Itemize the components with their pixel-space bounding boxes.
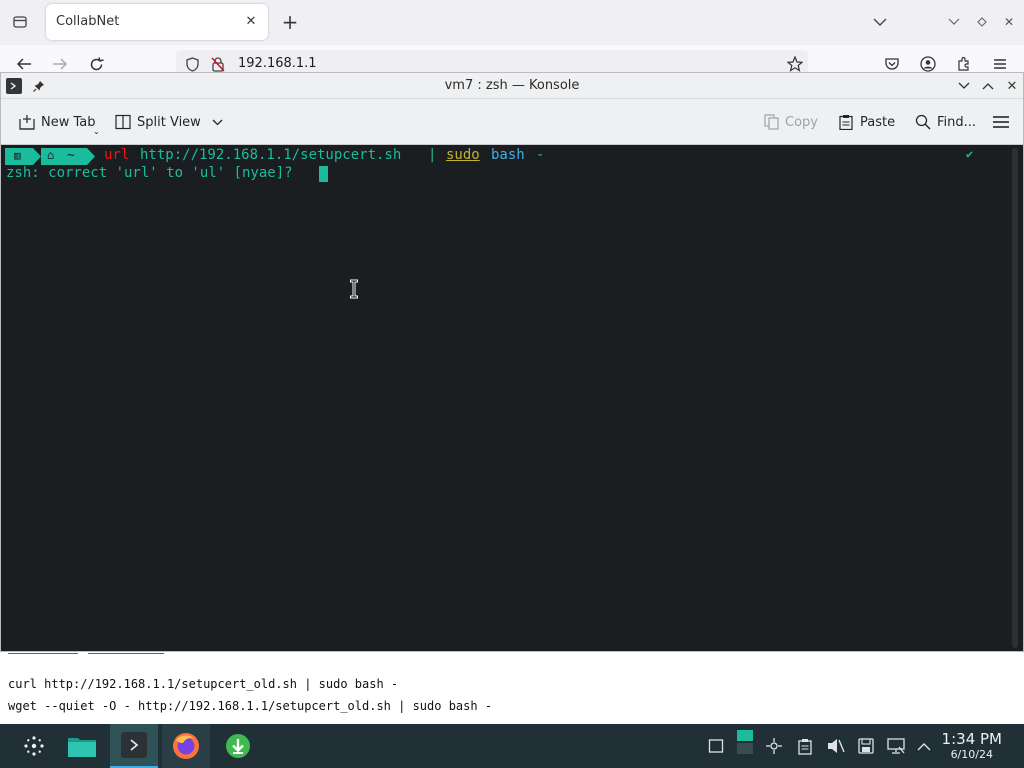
minimize-window-icon[interactable] bbox=[956, 78, 972, 94]
app-launcher-button[interactable] bbox=[10, 724, 58, 768]
ibeam-cursor-icon bbox=[350, 279, 358, 299]
copy-button[interactable]: Copy bbox=[763, 99, 818, 145]
terminal-area[interactable]: ▥ ⌂ ~ url http://192.168.1.1/setupcert.s… bbox=[1, 146, 1009, 651]
command-pipe: | bbox=[428, 147, 437, 163]
find-label: Find... bbox=[937, 114, 977, 130]
konsole-title-bar[interactable]: vm7 : zsh — Konsole ✕ bbox=[1, 73, 1023, 99]
scrollbar-track[interactable] bbox=[1012, 148, 1018, 648]
command-sudo: sudo bbox=[446, 147, 480, 163]
clipboard-icon[interactable] bbox=[795, 736, 815, 756]
extensions-icon[interactable] bbox=[954, 54, 974, 74]
prompt-dir-text: ~ bbox=[67, 148, 75, 163]
konsole-window: vm7 : zsh — Konsole ✕ New Tab ⌄ Split Vi… bbox=[0, 72, 1024, 652]
paste-label: Paste bbox=[860, 114, 896, 130]
konsole-taskbar-icon bbox=[121, 732, 147, 758]
status-check-icon: ✔ bbox=[966, 147, 974, 161]
volume-muted-icon[interactable] bbox=[826, 736, 846, 756]
prompt-separator-icon bbox=[87, 148, 95, 165]
tray-expand-icon[interactable] bbox=[914, 736, 934, 756]
terminal-scrollbar[interactable] bbox=[1010, 148, 1020, 648]
browser-tab-title: CollabNet bbox=[56, 14, 120, 29]
command-dash: - bbox=[536, 147, 545, 163]
distro-icon: ▥ bbox=[14, 149, 21, 162]
link-underline-fragment bbox=[88, 653, 164, 654]
prompt-dir-segment: ⌂ ~ bbox=[41, 148, 87, 165]
virtual-desktop-pager-icon[interactable] bbox=[735, 730, 755, 754]
new-tab-button[interactable]: New Tab ⌄ bbox=[19, 99, 100, 145]
split-view-label: Split View bbox=[137, 114, 201, 130]
browser-tab[interactable]: CollabNet ✕ bbox=[46, 4, 268, 40]
back-icon[interactable] bbox=[14, 54, 34, 74]
network-icon[interactable] bbox=[886, 736, 906, 756]
prompt-separator-icon bbox=[33, 148, 41, 165]
link-underline-fragment bbox=[8, 653, 78, 654]
app-launcher-icon bbox=[24, 736, 44, 756]
terminal-cursor bbox=[319, 166, 328, 182]
firefox-icon bbox=[173, 733, 199, 759]
browser-tab-bar: CollabNet ✕ + ✕ bbox=[0, 0, 1024, 45]
maximize-window-icon[interactable] bbox=[980, 78, 996, 94]
firefox-task-button[interactable] bbox=[162, 724, 210, 768]
paste-button[interactable]: Paste bbox=[838, 99, 895, 145]
close-window-icon[interactable]: ✕ bbox=[1004, 78, 1020, 94]
clock-date: 6/10/24 bbox=[950, 748, 993, 761]
konsole-toolbar: New Tab ⌄ Split View Copy Paste Find... bbox=[1, 99, 1023, 145]
bookmark-star-icon[interactable] bbox=[786, 55, 804, 73]
digital-clock[interactable]: 1:34 PM 6/10/24 bbox=[942, 730, 1002, 762]
copy-icon bbox=[763, 114, 779, 130]
tab-list-icon[interactable] bbox=[10, 12, 30, 32]
prompt-os-segment: ▥ bbox=[5, 148, 33, 165]
command-word: url bbox=[104, 147, 130, 163]
show-desktop-icon[interactable] bbox=[706, 736, 726, 756]
clock-time: 1:34 PM bbox=[941, 730, 1002, 748]
update-manager-button[interactable] bbox=[214, 724, 262, 768]
new-tab-dropdown-icon: ⌄ bbox=[93, 127, 100, 136]
split-view-icon bbox=[115, 114, 131, 130]
kde-connect-icon[interactable] bbox=[764, 736, 784, 756]
split-view-chevron-down-icon bbox=[211, 114, 225, 130]
file-manager-button[interactable] bbox=[58, 724, 106, 768]
close-browser-icon[interactable]: ✕ bbox=[1001, 12, 1017, 32]
home-icon: ⌂ bbox=[47, 148, 55, 162]
new-tab-icon bbox=[19, 114, 35, 130]
konsole-task-button[interactable] bbox=[110, 724, 158, 768]
tracking-protection-icon[interactable] bbox=[184, 56, 200, 72]
web-page-content: curl http://192.168.1.1/setupcert_old.sh… bbox=[0, 653, 1024, 725]
disk-storage-icon[interactable] bbox=[856, 736, 876, 756]
new-tab-icon[interactable]: + bbox=[280, 10, 300, 34]
folder-icon bbox=[68, 738, 96, 757]
download-update-icon bbox=[226, 734, 250, 758]
hamburger-menu-icon[interactable] bbox=[992, 114, 1010, 130]
find-button[interactable]: Find... bbox=[915, 99, 976, 145]
reload-icon[interactable] bbox=[86, 54, 106, 74]
close-tab-icon[interactable]: ✕ bbox=[244, 14, 258, 29]
url-text: 192.168.1.1 bbox=[238, 56, 317, 71]
command-url: http://192.168.1.1/setupcert.sh bbox=[140, 147, 402, 163]
prompt-line: ▥ ⌂ ~ url http://192.168.1.1/setupcert.s… bbox=[1, 146, 1009, 166]
maximize-browser-icon[interactable] bbox=[974, 12, 990, 32]
account-icon[interactable] bbox=[918, 54, 938, 74]
taskbar: 1:34 PM 6/10/24 bbox=[0, 724, 1024, 768]
pocket-icon[interactable] bbox=[882, 54, 902, 74]
new-tab-label: New Tab bbox=[41, 114, 96, 130]
list-all-tabs-icon[interactable] bbox=[872, 12, 888, 32]
copy-label: Copy bbox=[785, 114, 818, 130]
curl-command-text: curl http://192.168.1.1/setupcert_old.sh… bbox=[8, 677, 399, 691]
wget-command-text: wget --quiet -O - http://192.168.1.1/set… bbox=[8, 699, 493, 713]
split-view-button[interactable]: Split View bbox=[115, 99, 225, 145]
minimize-browser-icon[interactable] bbox=[946, 12, 962, 32]
forward-icon[interactable] bbox=[50, 54, 70, 74]
search-icon bbox=[915, 114, 931, 130]
paste-icon bbox=[838, 114, 854, 130]
insecure-lock-icon[interactable] bbox=[210, 56, 226, 72]
konsole-window-title: vm7 : zsh — Konsole bbox=[444, 78, 580, 93]
correction-prompt-text: zsh: correct 'url' to 'ul' [nyae]? bbox=[6, 165, 293, 181]
browser-menu-icon[interactable] bbox=[990, 54, 1010, 74]
command-bash: bash bbox=[491, 147, 525, 163]
